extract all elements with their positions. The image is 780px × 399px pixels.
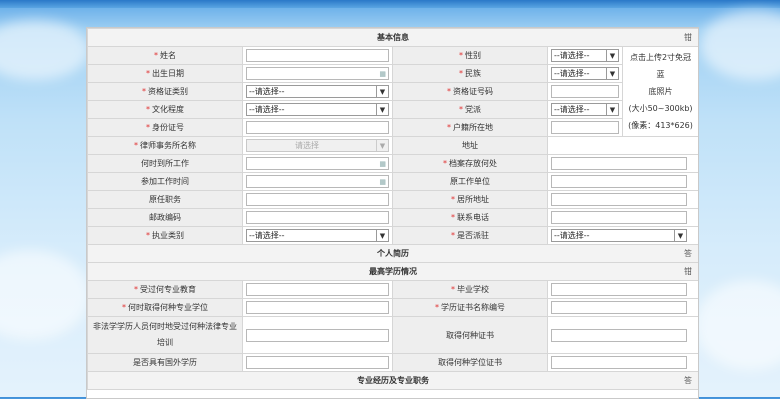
archive-label: * 档案存放何处 xyxy=(392,154,548,173)
background-cloud xyxy=(700,10,780,80)
chevron-down-icon: ▼ xyxy=(674,230,686,241)
calendar-icon[interactable]: ▦ xyxy=(379,160,386,168)
cert-obtained-label: 取得何种证书 xyxy=(392,316,548,354)
cert-obtained-input[interactable] xyxy=(551,328,687,342)
id-number-label: * 身份证号 xyxy=(87,118,243,137)
phone-label: * 联系电话 xyxy=(392,208,548,227)
firm-label: * 律师事务所名称 xyxy=(87,136,243,155)
nonlaw-training-label: 非法学学历人员何时地受过何种法律专业培训 xyxy=(87,316,243,354)
calendar-icon[interactable]: ▦ xyxy=(379,178,386,186)
practice-type-select[interactable]: --请选择-- ▼ xyxy=(246,229,389,242)
background-cloud xyxy=(0,250,90,340)
dispatched-label: * 是否派驻 xyxy=(392,226,548,245)
school-input[interactable] xyxy=(551,283,687,296)
school-label: * 毕业学校 xyxy=(392,280,548,299)
archive-input[interactable] xyxy=(551,157,687,170)
phone-input[interactable] xyxy=(551,211,687,224)
hukou-label: * 户籍所在地 xyxy=(392,118,548,137)
work-start-input[interactable]: ▦ xyxy=(246,175,389,188)
address-label: 地址 xyxy=(392,136,548,155)
name-label: * 姓名 xyxy=(87,46,243,65)
id-number-input[interactable] xyxy=(246,121,389,134)
diploma-no-input[interactable] xyxy=(551,301,687,314)
section-header-profession[interactable]: 专业经历及专业职务 答 xyxy=(87,371,698,390)
degree-time-label: * 何时取得何种专业学位 xyxy=(87,298,243,317)
chevron-down-icon: ▼ xyxy=(606,50,618,61)
dispatched-select[interactable]: --请选择-- ▼ xyxy=(551,229,687,242)
section-header-education[interactable]: 最高学历情况 钳 xyxy=(87,262,698,281)
section-title: 基本信息 xyxy=(377,33,409,42)
foreign-edu-input[interactable] xyxy=(246,356,389,369)
ethnic-select[interactable]: --请选择-- ▼ xyxy=(551,67,619,80)
work-start-label: 参加工作时间 xyxy=(87,172,243,191)
chevron-down-icon: ▼ xyxy=(376,86,388,97)
background-cloud xyxy=(0,20,90,80)
section-title: 专业经历及专业职务 xyxy=(357,376,429,385)
birth-date-label: * 出生日期 xyxy=(87,64,243,83)
chevron-down-icon: ▼ xyxy=(606,104,618,115)
gender-select[interactable]: --请选择-- ▼ xyxy=(551,49,619,62)
education-level-select[interactable]: --请选择-- ▼ xyxy=(246,103,389,116)
calendar-icon[interactable]: ▦ xyxy=(379,70,386,78)
name-input[interactable] xyxy=(246,49,389,62)
residence-input[interactable] xyxy=(551,193,687,206)
degree-time-input[interactable] xyxy=(246,301,389,314)
expand-icon[interactable]: 答 xyxy=(684,248,692,259)
residence-label: * 居所地址 xyxy=(392,190,548,209)
postcode-input[interactable] xyxy=(246,211,389,224)
address-value xyxy=(546,136,698,155)
section-header-basic-info[interactable]: 基本信息 钳 xyxy=(87,28,698,47)
section-title: 最高学历情况 xyxy=(369,267,417,276)
orig-post-label: 原任职务 xyxy=(87,190,243,209)
cert-type-label: * 资格证类别 xyxy=(87,82,243,101)
orig-unit-label: 原工作单位 xyxy=(392,172,548,191)
cert-type-select[interactable]: --请选择-- ▼ xyxy=(246,85,389,98)
top-bar xyxy=(0,0,780,8)
background-cloud xyxy=(695,280,780,370)
major-edu-label: * 受过何专业教育 xyxy=(87,280,243,299)
education-level-label: * 文化程度 xyxy=(87,100,243,119)
lawyer-registration-form: 基本信息钳 * 姓名 * 性别 --请选择-- ▼ 点击上传2寸免冠蓝 底照片 (大小50… xyxy=(86,27,699,399)
section-header-resume[interactable]: 个人简历 答 xyxy=(87,244,698,263)
section-title: 个人简历 xyxy=(377,249,409,258)
cert-no-label: * 资格证号码 xyxy=(392,82,548,101)
photo-upload[interactable]: 点击上传2寸免冠蓝 底照片 (大小50~300kb) (像素：413*626) xyxy=(621,46,698,137)
party-select[interactable]: --请选择-- ▼ xyxy=(551,103,619,116)
orig-unit-input[interactable] xyxy=(551,175,687,188)
chevron-down-icon: ▼ xyxy=(376,104,388,115)
chevron-down-icon: ▼ xyxy=(376,140,388,151)
degree-cert-input[interactable] xyxy=(551,356,687,369)
major-edu-input[interactable] xyxy=(246,283,389,296)
join-time-input[interactable]: ▦ xyxy=(246,157,389,170)
firm-select[interactable]: 请选择 ▼ xyxy=(246,139,389,152)
collapse-icon[interactable]: 钳 xyxy=(684,32,692,43)
nonlaw-training-input[interactable] xyxy=(246,328,389,342)
chevron-down-icon: ▼ xyxy=(376,230,388,241)
join-time-label: 何时到所工作 xyxy=(87,154,243,173)
chevron-down-icon: ▼ xyxy=(606,68,618,79)
degree-cert-label: 取得何种学位证书 xyxy=(392,353,548,372)
cert-no-input[interactable] xyxy=(551,85,619,98)
birth-date-input[interactable]: ▦ xyxy=(246,67,389,80)
orig-post-input[interactable] xyxy=(246,193,389,206)
foreign-edu-label: 是否具有国外学历 xyxy=(87,353,243,372)
practice-type-label: * 执业类别 xyxy=(87,226,243,245)
gender-label: * 性别 xyxy=(392,46,548,65)
ethnic-label: * 民族 xyxy=(392,64,548,83)
postcode-label: 邮政编码 xyxy=(87,208,243,227)
hukou-input[interactable] xyxy=(551,121,619,134)
expand-icon[interactable]: 答 xyxy=(684,375,692,386)
diploma-no-label: * 学历证书名称编号 xyxy=(392,298,548,317)
party-label: * 党派 xyxy=(392,100,548,119)
collapse-icon[interactable]: 钳 xyxy=(684,266,692,277)
